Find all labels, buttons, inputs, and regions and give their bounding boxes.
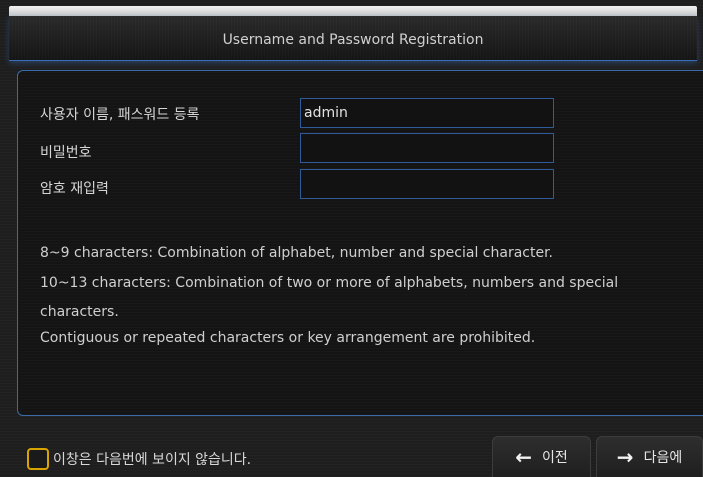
previous-button-label: 이전 — [542, 450, 568, 466]
registration-window: Username and Password Registration 사용자 이… — [0, 0, 703, 477]
dont-show-again-toggle[interactable]: 이창은 다음번에 보이지 않습니다. — [27, 446, 251, 472]
confirm-password-input[interactable] — [300, 169, 554, 199]
dialog-title: Username and Password Registration — [222, 32, 484, 48]
previous-button[interactable]: ← 이전 — [492, 436, 591, 477]
rule-line-4: Contiguous or repeated characters or key… — [40, 330, 536, 346]
rule-line-2: 10~13 characters: Combination of two or … — [40, 275, 619, 291]
window-top-strip — [9, 6, 697, 16]
rule-line-1: 8~9 characters: Combination of alphabet,… — [40, 245, 553, 261]
confirm-password-label: 암호 재입력 — [40, 181, 109, 197]
dont-show-again-checkbox[interactable] — [27, 448, 49, 470]
title-bar: Username and Password Registration — [9, 16, 697, 61]
dont-show-again-label: 이창은 다음번에 보이지 않습니다. — [53, 452, 252, 468]
form-panel: 사용자 이름, 패스워드 등록 비밀번호 암호 재입력 8~9 characte… — [17, 70, 703, 416]
next-button[interactable]: → 다음에 — [596, 436, 703, 477]
password-input[interactable] — [300, 133, 554, 163]
rule-line-3: characters. — [40, 304, 119, 320]
left-arrow-icon: ← — [515, 445, 532, 469]
next-button-label: 다음에 — [643, 450, 683, 466]
username-label: 사용자 이름, 패스워드 등록 — [40, 107, 200, 123]
username-input[interactable] — [300, 98, 554, 128]
right-arrow-icon: → — [616, 445, 634, 469]
password-label: 비밀번호 — [40, 145, 92, 161]
